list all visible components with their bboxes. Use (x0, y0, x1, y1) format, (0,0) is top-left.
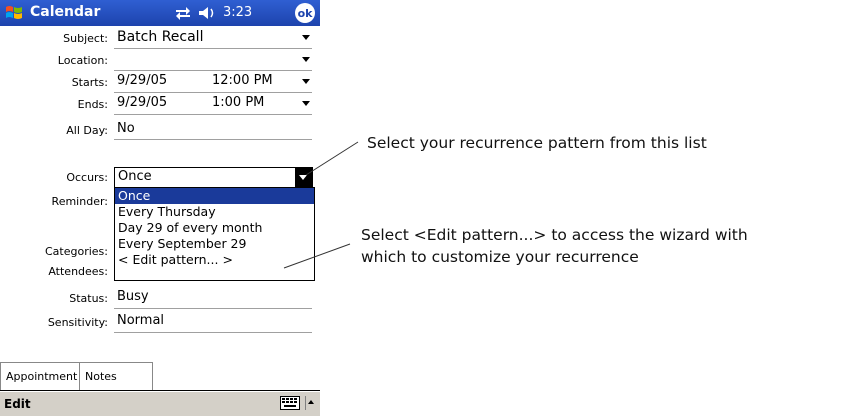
sensitivity-row: Sensitivity: Normal (0, 311, 320, 333)
pocket-pc-screen: Calendar 3:23 ok Subject: Batch Recall L… (0, 0, 320, 416)
status-row: Status: Busy (0, 287, 320, 309)
callout-edit-pattern-line2: which to customize your recurrence (361, 248, 639, 266)
sip-arrow-icon[interactable] (305, 396, 316, 410)
status-value: Busy (117, 289, 149, 304)
ok-button[interactable]: ok (295, 3, 315, 23)
occurs-option[interactable]: Once (115, 188, 314, 204)
starts-date[interactable]: 9/29/05 (117, 73, 167, 88)
windows-start-icon[interactable] (4, 3, 24, 23)
edit-menu[interactable]: Edit (4, 397, 31, 411)
starts-label: Starts: (71, 76, 108, 89)
occurs-option[interactable]: Every September 29 (115, 236, 314, 252)
subject-value: Batch Recall (117, 29, 204, 45)
ends-label: Ends: (77, 98, 108, 111)
occurs-label: Occurs: (66, 171, 108, 184)
location-label: Location: (57, 54, 108, 67)
ends-field[interactable]: 9/29/05 1:00 PM (114, 93, 312, 115)
categories-label: Categories: (45, 245, 108, 258)
all-day-value: No (117, 121, 135, 136)
starts-time[interactable]: 12:00 PM (212, 73, 273, 88)
title-bar: Calendar 3:23 ok (0, 0, 320, 26)
starts-field[interactable]: 9/29/05 12:00 PM (114, 71, 312, 93)
tab-appointment[interactable]: Appointment (0, 362, 80, 391)
all-day-row: All Day: No (0, 119, 320, 141)
volume-icon[interactable] (197, 5, 217, 21)
chevron-down-icon[interactable] (302, 35, 310, 40)
connectivity-icon[interactable] (175, 6, 191, 20)
callout-recurrence-list: Select your recurrence pattern from this… (367, 134, 707, 152)
chevron-down-icon[interactable] (302, 101, 310, 106)
occurs-value: Once (118, 169, 152, 184)
status-label: Status: (69, 292, 108, 305)
occurs-option-edit-pattern[interactable]: < Edit pattern... > (115, 252, 314, 268)
sensitivity-label: Sensitivity: (47, 316, 108, 329)
keyboard-icon[interactable] (280, 396, 300, 410)
tab-appointment-label: Appointment (6, 370, 78, 383)
location-field[interactable] (114, 49, 312, 71)
attendees-label: Attendees: (48, 265, 108, 278)
occurs-option[interactable]: Day 29 of every month (115, 220, 314, 236)
starts-row: Starts: 9/29/05 12:00 PM (0, 71, 320, 93)
app-title: Calendar (30, 4, 101, 20)
all-day-field[interactable]: No (114, 119, 312, 140)
sensitivity-value: Normal (117, 313, 165, 328)
all-day-label: All Day: (66, 124, 108, 137)
subject-row: Subject: Batch Recall (0, 27, 320, 49)
tab-notes[interactable]: Notes (79, 362, 153, 391)
ends-date[interactable]: 9/29/05 (117, 95, 167, 110)
chevron-down-icon[interactable] (302, 79, 310, 84)
status-field[interactable]: Busy (114, 287, 312, 309)
chevron-down-icon[interactable] (302, 57, 310, 62)
clock[interactable]: 3:23 (223, 5, 252, 20)
reminder-label: Reminder: (51, 195, 108, 208)
ends-time[interactable]: 1:00 PM (212, 95, 264, 110)
ends-row: Ends: 9/29/05 1:00 PM (0, 93, 320, 115)
occurs-select[interactable]: Once (114, 167, 313, 188)
subject-field[interactable]: Batch Recall (114, 27, 312, 49)
chevron-down-icon[interactable] (295, 168, 312, 187)
occurs-dropdown-list[interactable]: Once Every Thursday Day 29 of every mont… (114, 187, 315, 281)
subject-label: Subject: (63, 32, 108, 45)
tab-notes-label: Notes (85, 370, 117, 383)
menu-bar: Edit (0, 391, 320, 416)
occurs-option[interactable]: Every Thursday (115, 204, 314, 220)
callout-edit-pattern-line1: Select <Edit pattern...> to access the w… (361, 226, 748, 244)
location-row: Location: (0, 49, 320, 71)
sensitivity-field[interactable]: Normal (114, 311, 312, 333)
